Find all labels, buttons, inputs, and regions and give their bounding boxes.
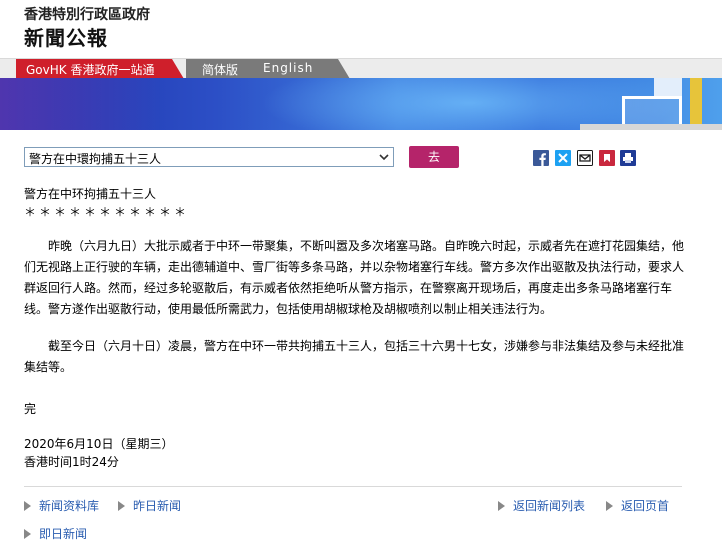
triangle-right-icon	[606, 501, 613, 511]
headline-select-value: 警方在中環拘捕五十三人	[29, 152, 162, 166]
header-banner	[0, 78, 722, 130]
article-title: 警方在中环拘捕五十三人	[24, 187, 157, 201]
triangle-right-icon	[498, 501, 505, 511]
govhk-label: GovHK 香港政府一站通	[26, 63, 155, 77]
footer-divider	[24, 486, 682, 487]
article-end-mark: 完	[24, 402, 37, 416]
yesterday-news-link[interactable]: 昨日新闻	[118, 497, 181, 514]
release-date: 2020年6月10日（星期三）	[24, 437, 174, 451]
news-archive-link[interactable]: 新闻资料库	[24, 497, 99, 514]
today-news-link[interactable]: 即日新闻	[24, 525, 87, 542]
site-title[interactable]: 新聞公報	[24, 22, 108, 51]
release-time: 香港时间1时24分	[24, 455, 119, 469]
article: 警方在中环拘捕五十三人 ＊＊＊＊＊＊＊＊＊＊＊ 昨晚（六月九日）大批示威者于中环…	[24, 186, 684, 471]
article-paragraph-1: 昨晚（六月九日）大批示威者于中环一带聚集，不断叫嚣及多次堵塞马路。自昨晚六时起，…	[24, 239, 685, 316]
headline-select[interactable]: 警方在中環拘捕五十三人	[24, 147, 394, 167]
email-icon[interactable]	[577, 150, 593, 166]
facebook-icon[interactable]	[533, 150, 549, 166]
simplified-chinese-link[interactable]: 简体版	[202, 61, 238, 78]
top-nav: GovHK 香港政府一站通 简体版 English	[0, 58, 722, 79]
go-button[interactable]: 去	[409, 146, 459, 168]
bookmark-icon[interactable]	[599, 150, 615, 166]
org-name: 香港特別行政區政府	[24, 7, 150, 23]
twitter-icon[interactable]	[555, 150, 571, 166]
back-to-top-link[interactable]: 返回页首	[606, 497, 669, 514]
english-link[interactable]: English	[263, 61, 313, 75]
triangle-right-icon	[24, 501, 31, 511]
masthead: 香港特別行政區政府 新聞公報	[0, 0, 722, 58]
print-icon[interactable]	[620, 150, 636, 166]
chevron-down-icon	[379, 154, 389, 161]
triangle-right-icon	[24, 529, 31, 539]
article-paragraph-2: 截至今日（六月十日）凌晨，警方在中环一带共拘捕五十三人，包括三十六男十七女，涉嫌…	[24, 339, 685, 374]
back-to-list-link[interactable]: 返回新闻列表	[498, 497, 585, 514]
language-switcher: 简体版 English	[186, 59, 350, 79]
headline-toolbar: 警方在中環拘捕五十三人 去	[0, 144, 722, 172]
title-separator: ＊＊＊＊＊＊＊＊＊＊＊	[24, 205, 190, 219]
triangle-right-icon	[118, 501, 125, 511]
govhk-link[interactable]: GovHK 香港政府一站通	[16, 59, 184, 79]
